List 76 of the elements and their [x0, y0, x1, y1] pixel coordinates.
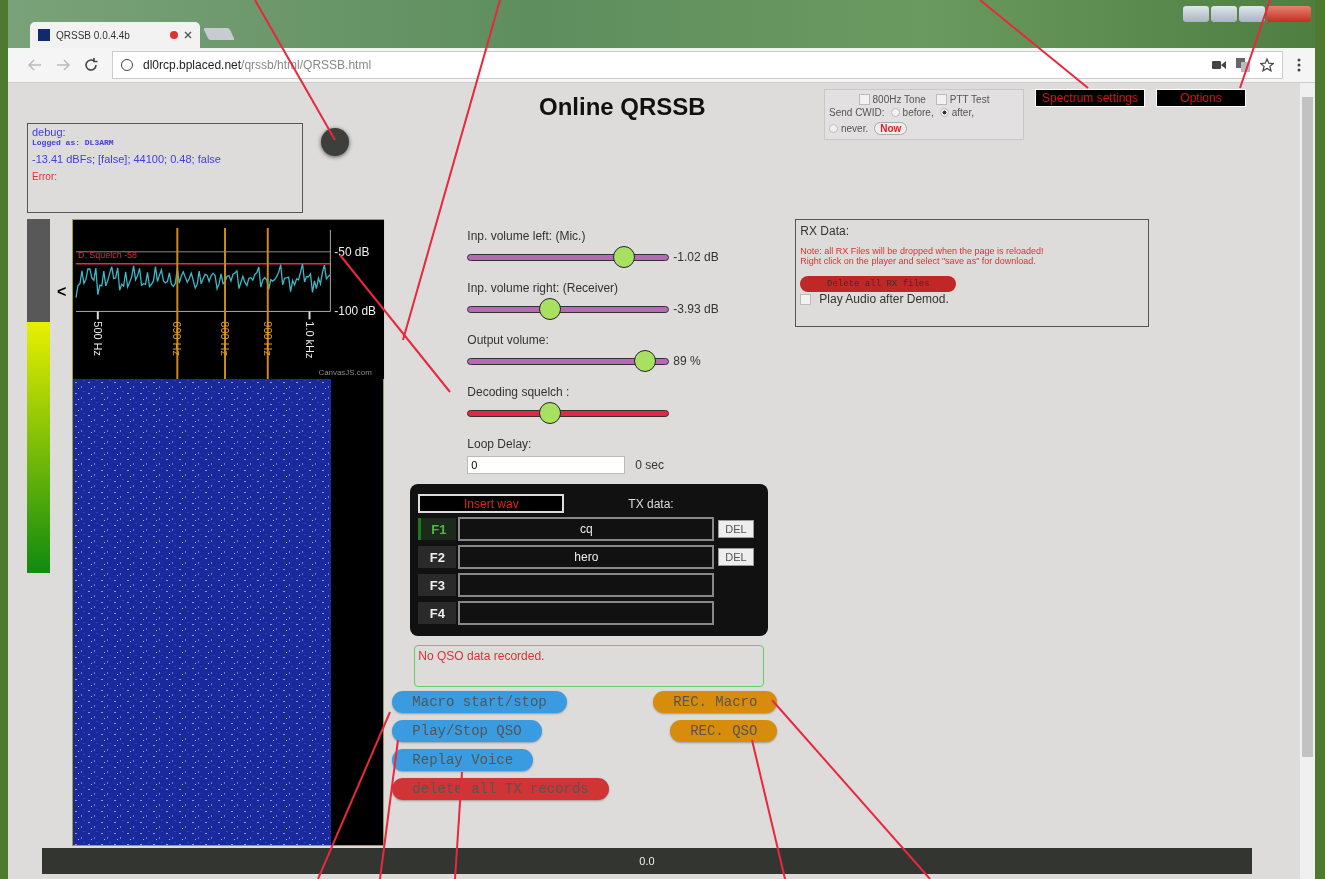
settings-button[interactable]: Spectrum settings [1035, 89, 1146, 107]
star-icon[interactable] [1260, 58, 1274, 72]
checkbox[interactable] [800, 293, 812, 305]
browser-tab[interactable]: QRSSB 0.0.4.4b [30, 22, 200, 48]
slider-reading: -3.93 dB [673, 302, 719, 316]
slider-thumb[interactable] [539, 402, 562, 424]
tick-mark [308, 310, 311, 321]
collapse-arrow[interactable]: < [57, 283, 67, 301]
status-text: -13.41 dBFs; [false]; 44100; 0.48; false [32, 153, 222, 165]
tx-heading: TX data: [628, 496, 674, 511]
now-button[interactable]: Now [874, 122, 908, 135]
slider-label: Output volume: [467, 333, 550, 349]
function-key[interactable]: F1 [418, 518, 457, 540]
progress-text: 0.0 [639, 855, 655, 867]
frequency-label: 900 Hz [262, 321, 275, 356]
loop-delay-field[interactable]: 0 [467, 456, 626, 474]
function-key[interactable]: F4 [418, 602, 457, 624]
recording-icon [170, 31, 178, 39]
rx-note: Note: all RX Files will be dropped when the page is reloaded! [800, 246, 1045, 256]
squelch-label: D. Squelch -58 [78, 249, 138, 260]
macro-field[interactable] [458, 601, 715, 625]
slider-reading: -1.02 dB [673, 250, 719, 264]
credit-text: CanvasJS.com [318, 368, 373, 378]
radio-button[interactable] [890, 108, 900, 117]
error-text: Error: [32, 171, 58, 182]
slider-reading: 89 % [673, 354, 701, 368]
frequency-label: 500 Hz [92, 321, 105, 356]
slider-label: Decoding squelch : [467, 385, 571, 401]
menu-icon[interactable] [1297, 58, 1301, 72]
settings-button[interactable]: Options [1156, 89, 1247, 107]
macro-field[interactable] [458, 573, 715, 597]
function-key[interactable]: F2 [418, 546, 457, 568]
db-label: -50 dB [334, 244, 370, 259]
delete-button[interactable]: DEL [718, 548, 754, 566]
frequency-label: 800 Hz [219, 321, 232, 356]
close-icon[interactable] [184, 31, 192, 39]
frequency-label: 690 Hz [171, 321, 184, 356]
page-title: Online QRSSB [539, 93, 707, 121]
knob-indicator [321, 128, 349, 156]
delete-button[interactable]: DEL [718, 520, 754, 538]
insert-wav-button[interactable]: Insert wav [418, 494, 565, 513]
maximize-button[interactable] [1239, 6, 1265, 22]
scrollbar[interactable] [1300, 83, 1315, 879]
slider-thumb[interactable] [633, 350, 656, 372]
cwid-label: Send CWID: [829, 107, 885, 118]
checkbox-label: Play Audio after Demod. [819, 292, 949, 306]
macro-field[interactable]: cq [458, 517, 715, 541]
slider-label: Inp. volume left: (Mic.) [467, 229, 587, 245]
macro-field[interactable]: hero [458, 545, 715, 569]
loop-delay-label: Loop Delay: [467, 437, 533, 453]
db-label: -100 dB [334, 304, 377, 319]
function-key[interactable]: F3 [418, 574, 457, 596]
checkbox[interactable] [858, 94, 870, 105]
frequency-label: 1.0 kHz [303, 321, 316, 359]
radio-label: never. [841, 123, 869, 134]
rx-note: Right click on the player and select "save as" for download. [800, 256, 1037, 266]
app-icon [38, 29, 50, 41]
tick-mark [97, 310, 100, 321]
login-text: Logged as: DL3ARM [32, 138, 115, 147]
radio-button[interactable] [829, 124, 838, 133]
radio-label: before, [902, 107, 934, 118]
radio-label: after, [951, 107, 974, 118]
tab-title: QRSSB 0.0.4.4b [56, 29, 131, 41]
slider-label: Inp. volume right: (Receiver) [467, 281, 620, 297]
reload-icon[interactable] [84, 58, 98, 72]
loop-delay-unit: 0 sec [635, 458, 665, 472]
radio-button[interactable] [939, 108, 949, 117]
debug-heading: debug: [32, 127, 67, 138]
rx-heading: RX Data: [800, 224, 851, 238]
qso-message: No QSO data recorded. [418, 649, 545, 663]
slider-thumb[interactable] [613, 246, 636, 268]
slider-thumb[interactable] [539, 298, 562, 320]
camera-icon[interactable] [1212, 60, 1226, 70]
checkbox-label: 800Hz Tone [872, 94, 926, 105]
checkbox[interactable] [935, 94, 947, 105]
checkbox-label: PTT Test [949, 94, 990, 105]
